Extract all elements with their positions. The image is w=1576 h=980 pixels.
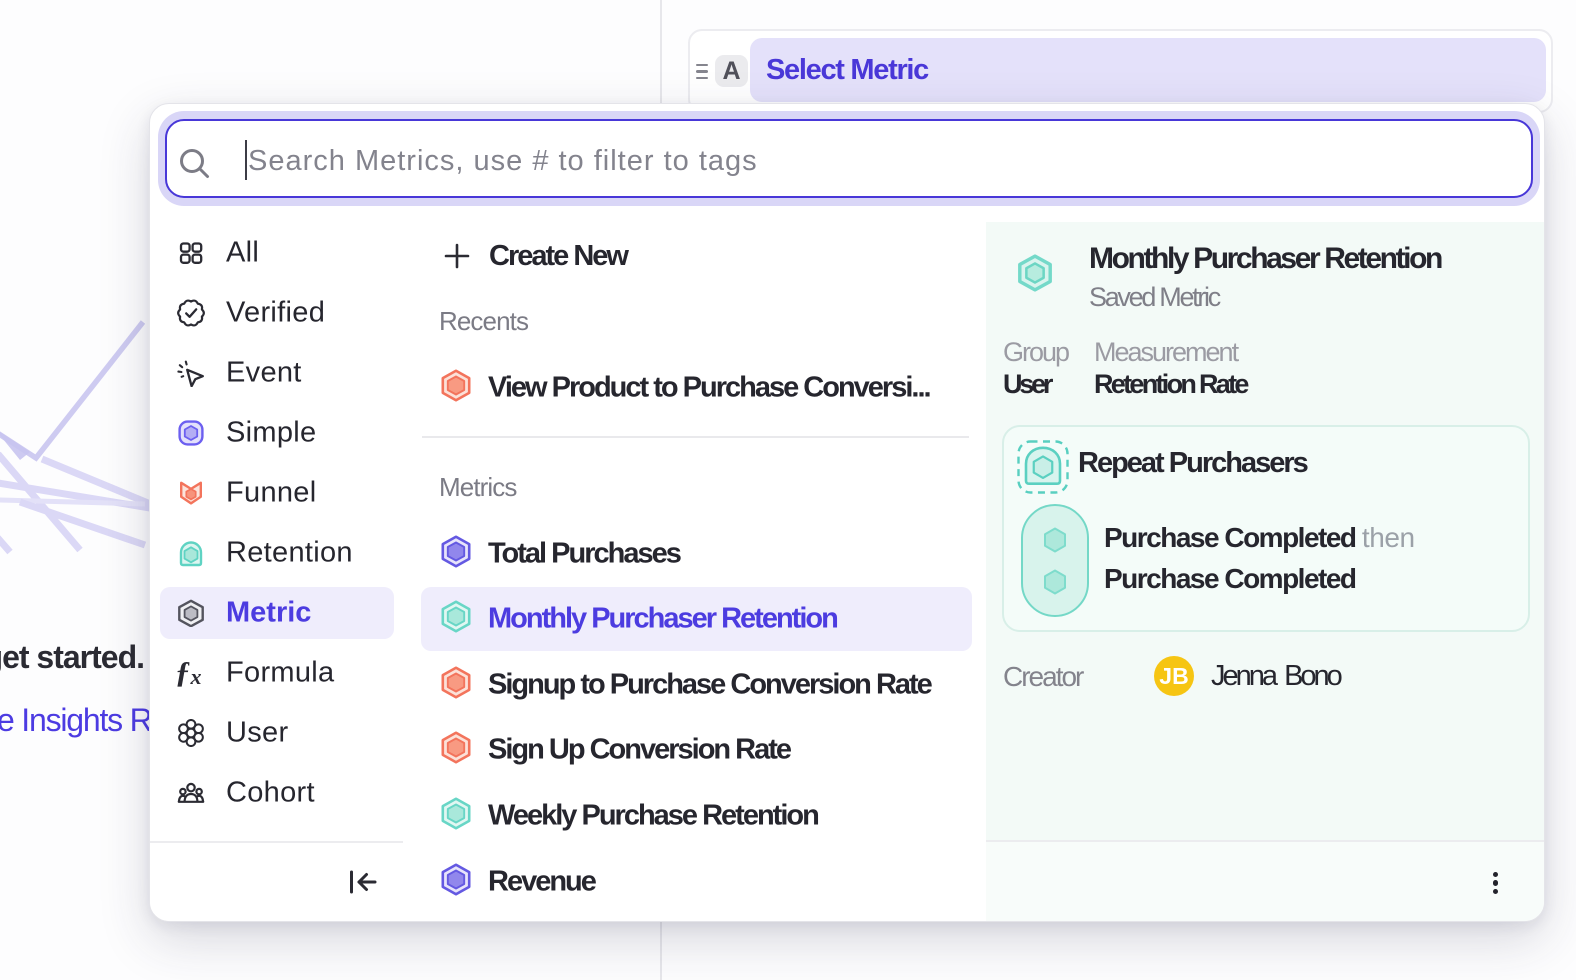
- svg-text:ƒ: ƒ: [175, 654, 191, 689]
- svg-text:x: x: [190, 664, 202, 689]
